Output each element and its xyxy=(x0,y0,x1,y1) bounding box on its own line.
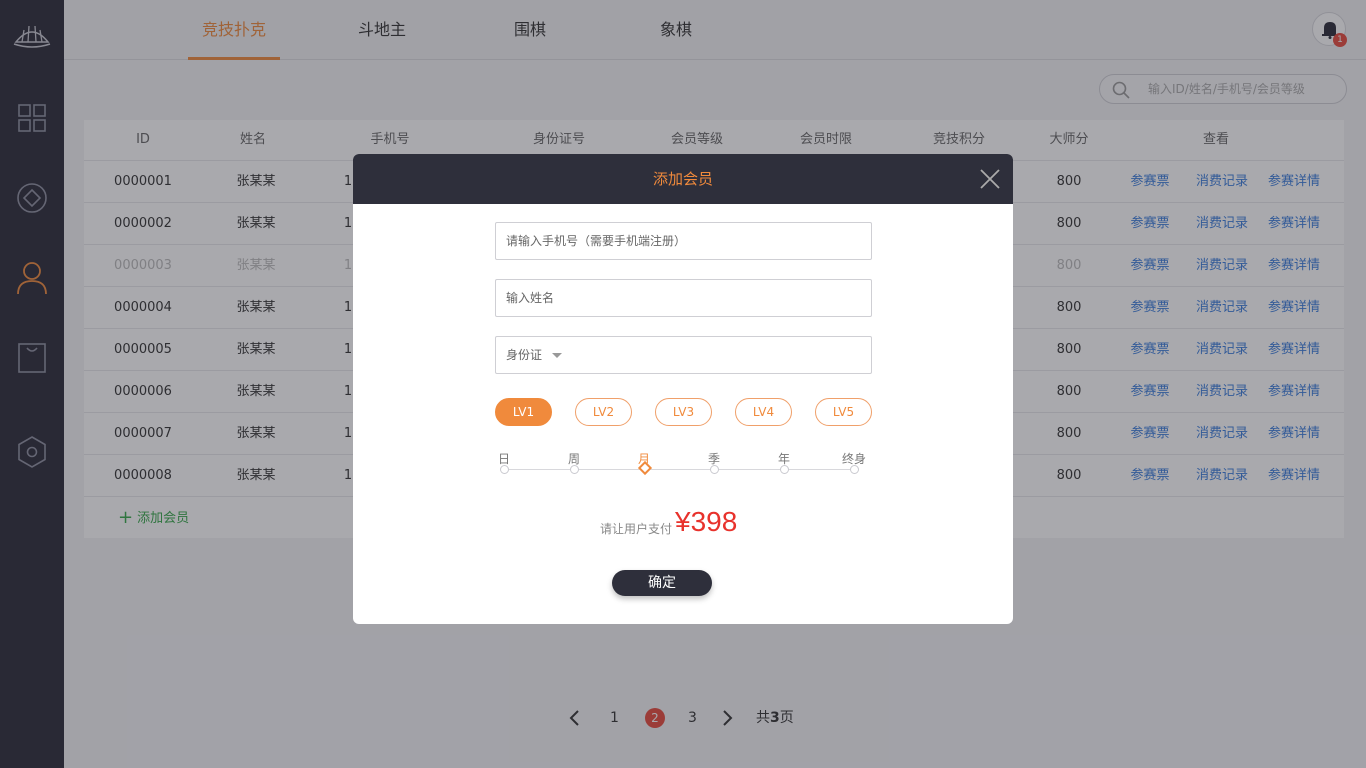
phone-input[interactable] xyxy=(496,223,871,259)
pay-hint: 请让用户支付 xyxy=(600,522,673,536)
level-option-lv4[interactable]: LV4 xyxy=(735,398,792,426)
dialog-title: 添加会员 xyxy=(652,170,713,188)
period-slider-track[interactable] xyxy=(504,469,854,470)
id-type-select[interactable]: 身份证 xyxy=(495,336,872,374)
period-node-day[interactable] xyxy=(500,465,509,474)
phone-field[interactable] xyxy=(495,222,872,260)
level-option-lv1[interactable]: LV1 xyxy=(495,398,552,426)
id-type-value: 身份证 xyxy=(506,348,543,362)
add-member-dialog: 添加会员 身份证 LV1 LV2 LV3 LV4 LV5 日 周 月 季 年 终… xyxy=(353,154,1013,624)
period-node-quarter[interactable] xyxy=(710,465,719,474)
level-option-lv5[interactable]: LV5 xyxy=(815,398,872,426)
period-node-week[interactable] xyxy=(570,465,579,474)
period-node-year[interactable] xyxy=(780,465,789,474)
chevron-down-icon xyxy=(552,353,562,358)
period-node-lifetime[interactable] xyxy=(850,465,859,474)
name-input[interactable] xyxy=(496,280,871,316)
name-field[interactable] xyxy=(495,279,872,317)
confirm-button[interactable]: 确定 xyxy=(612,570,712,596)
close-icon[interactable] xyxy=(979,168,1001,190)
level-option-lv3[interactable]: LV3 xyxy=(655,398,712,426)
pay-amount: ¥398 xyxy=(675,506,738,537)
level-option-lv2[interactable]: LV2 xyxy=(575,398,632,426)
dialog-header: 添加会员 xyxy=(353,154,1013,204)
